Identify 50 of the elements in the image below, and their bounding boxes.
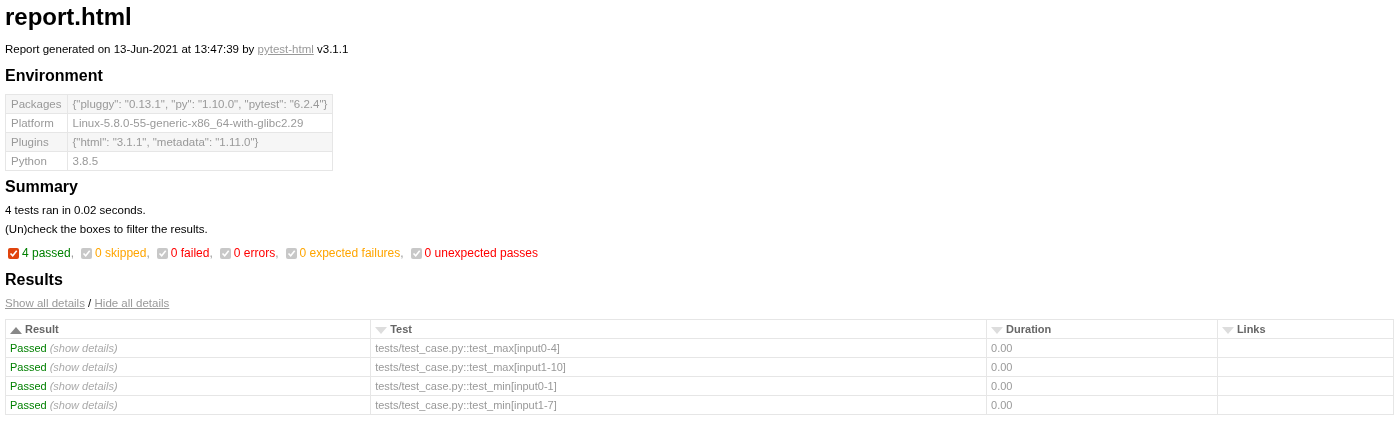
env-value-cell: Linux-5.8.0-55-generic-x86_64-with-glibc2.29 [67,113,333,133]
page-title: report.html [5,5,133,28]
separator-text: , [209,246,213,260]
duration-cell: 0.00 [986,376,1218,396]
show-details-link[interactable]: (show details) [49,399,118,411]
sort-icon[interactable] [375,326,388,334]
separator-text: , [400,246,404,260]
column-header[interactable]: Duration [986,319,1218,339]
column-header[interactable]: Links [1217,319,1394,339]
env-value-cell: 3.8.5 [67,151,333,171]
result-status: Passed [10,361,47,373]
duration-cell: 0.00 [986,338,1218,358]
sort-icon[interactable] [991,326,1004,334]
section-heading: Environment [5,66,104,86]
pytest-html-link[interactable]: pytest-html [257,43,314,55]
generated-text: Report generated on 13-Jun-2021 at 13:47:39 by [5,43,255,55]
separator-text: , [70,246,75,260]
column-header[interactable]: Test [370,319,987,339]
filter-checkbox[interactable] [8,247,19,259]
filter-label: 4 passed [22,246,71,260]
test-name-cell: tests/test_case.py::test_min[input1-7] [370,395,987,415]
summary-text: (Un)check the boxes to filter the results. [5,222,209,236]
sort-icon[interactable] [1221,326,1234,334]
filter-label: 0 unexpected passes [424,246,538,260]
result-status: Passed [10,399,47,411]
separator-text: , [146,246,150,260]
sort-ascending-icon[interactable] [10,326,22,334]
env-key-cell: Python [5,151,67,171]
separator-text: , [275,246,279,260]
env-value-cell: {"pluggy": "0.13.1", "py": "1.10.0", "pytest": "6.2.4"} [67,94,333,114]
env-key-cell: Packages [5,94,67,114]
show-all-details-link[interactable]: Show all details [5,297,85,309]
slash-text: / [88,297,92,309]
show-details-link[interactable]: (show details) [49,380,118,392]
section-heading: Results [5,270,64,290]
result-status: Passed [10,380,47,392]
hide-all-details-link[interactable]: Hide all details [94,297,170,309]
show-details-link[interactable]: (show details) [49,361,118,373]
column-header[interactable]: Result [5,319,371,339]
section-heading: Summary [5,177,79,197]
show-details-link[interactable]: (show details) [49,342,118,354]
duration-cell: 0.00 [986,395,1218,415]
env-key-cell: Platform [5,113,67,133]
test-name-cell: tests/test_case.py::test_max[input1-10] [370,357,987,377]
result-status: Passed [10,342,47,354]
duration-cell: 0.00 [986,357,1218,377]
version-text: v3.1.1 [317,43,349,55]
test-name-cell: tests/test_case.py::test_max[input0-4] [370,338,987,358]
summary-text: 4 tests ran in 0.02 seconds. [5,203,147,217]
test-name-cell: tests/test_case.py::test_min[input0-1] [370,376,987,396]
